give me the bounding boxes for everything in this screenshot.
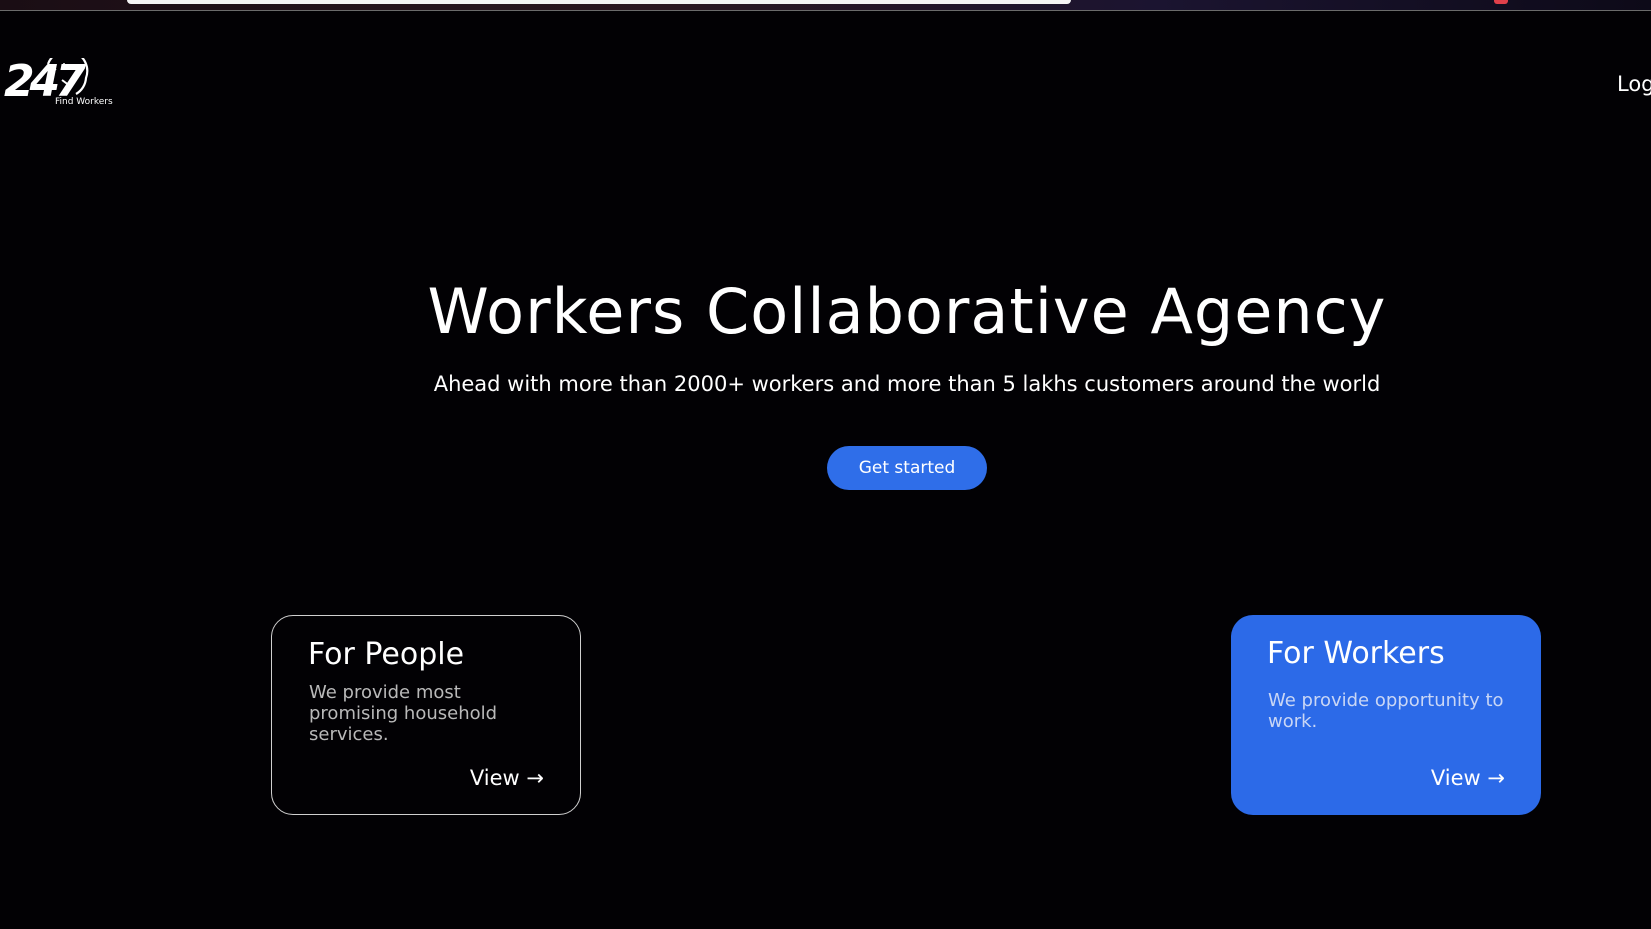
login-link[interactable]: Log xyxy=(1617,72,1651,96)
browser-top-strip xyxy=(0,0,1651,11)
card-title: For People xyxy=(308,637,465,672)
logo-subtitle: Find Workers xyxy=(55,97,113,107)
view-workers-link[interactable]: View → xyxy=(1431,766,1505,790)
page: 247 Find Workers Log Workers Collaborati… xyxy=(0,0,1651,929)
for-workers-card[interactable]: For Workers We provide opportunity to wo… xyxy=(1231,615,1541,815)
get-started-button[interactable]: Get started xyxy=(827,446,987,490)
logo[interactable]: 247 Find Workers xyxy=(2,58,122,114)
view-people-link[interactable]: View → xyxy=(470,766,544,790)
hero-subtitle: Ahead with more than 2000+ workers and m… xyxy=(433,372,1381,396)
card-description: We provide most promising household serv… xyxy=(309,682,498,745)
horizontal-scrollbar[interactable] xyxy=(127,0,1071,4)
tab-indicator xyxy=(1494,0,1508,4)
card-title: For Workers xyxy=(1267,636,1445,671)
hero-title: Workers Collaborative Agency xyxy=(427,275,1387,348)
stopwatch-icon xyxy=(46,58,89,95)
card-description: We provide opportunity to work. xyxy=(1268,690,1504,732)
for-people-card[interactable]: For People We provide most promising hou… xyxy=(271,615,581,815)
